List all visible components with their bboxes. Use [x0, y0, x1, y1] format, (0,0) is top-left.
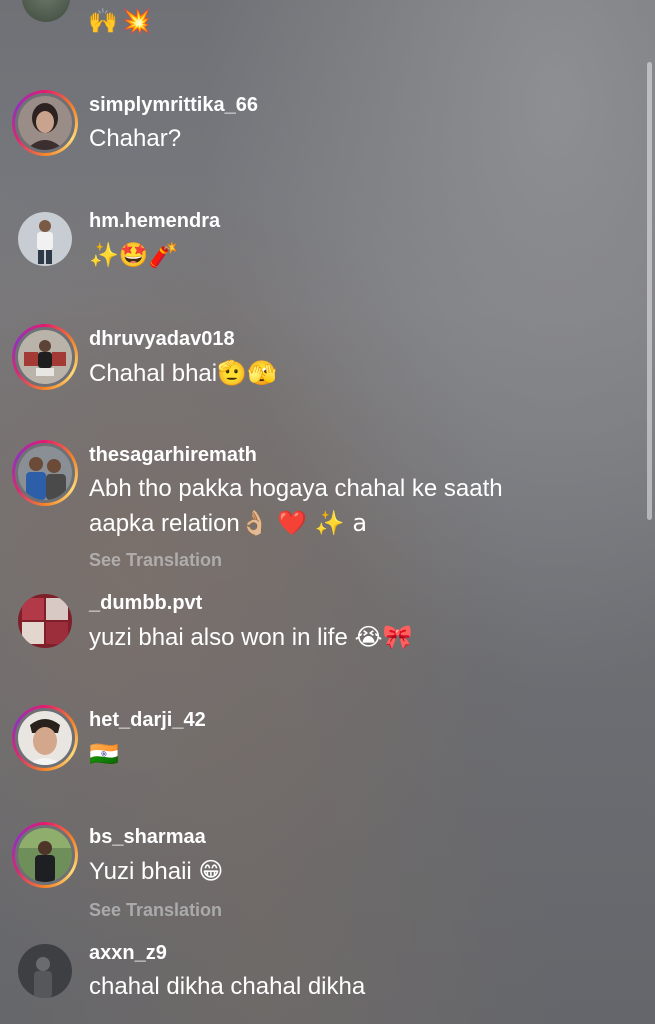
comment-text: yuzi bhai also won in life	[89, 624, 348, 651]
user-photo-icon	[18, 828, 72, 882]
comment-username[interactable]: axxn_z9	[89, 940, 167, 966]
avatar[interactable]	[12, 705, 78, 771]
comment-emoji: 😁	[198, 857, 224, 885]
comment-body: Chahal bhai🫡🫣	[89, 356, 569, 391]
comment-username[interactable]: thesagarhiremath	[89, 442, 257, 468]
comment-username[interactable]: bs_sharmaa	[89, 824, 206, 850]
comment-emoji: 🇮🇳	[89, 740, 119, 768]
comment-emoji: 🫡🫣	[217, 359, 277, 387]
user-photo-icon	[18, 212, 72, 266]
user-photo-icon	[18, 711, 72, 765]
avatar[interactable]	[12, 324, 78, 390]
comment-text: Yuzi bhaii	[89, 858, 192, 885]
user-photo-icon	[18, 96, 72, 150]
comment-emoji: ✨🤩🧨	[89, 241, 179, 269]
comment-username[interactable]: simplymrittika_66	[89, 92, 258, 118]
comment-username[interactable]: het_darji_42	[89, 707, 206, 733]
comment-username[interactable]: _dumbb.pvt	[89, 590, 202, 616]
avatar[interactable]	[12, 938, 78, 1004]
user-photo-icon	[18, 944, 72, 998]
avatar[interactable]	[12, 822, 78, 888]
comment-username[interactable]: dhruvyadav018	[89, 326, 235, 352]
comment-body: Abh tho pakka hogaya chahal ke saath aap…	[89, 472, 569, 541]
avatar[interactable]	[12, 588, 78, 654]
avatar[interactable]	[12, 206, 78, 272]
see-translation-link[interactable]: See Translation	[89, 898, 222, 922]
user-photo-icon	[18, 594, 72, 648]
live-comments-list[interactable]: simplymrittika_66 Chahar? hm.hemendra ✨🤩…	[0, 0, 655, 1024]
comment-username[interactable]: hm.hemendra	[89, 208, 220, 234]
see-translation-link[interactable]: See Translation	[89, 548, 222, 572]
comment-emoji: 👌🏼 ❤️ ✨ a	[239, 509, 368, 537]
scrollbar[interactable]	[647, 62, 652, 520]
comment-body: yuzi bhai also won in life 😭🎀	[89, 620, 569, 655]
comment-text: chahal dikha chahal dikha	[89, 973, 366, 1000]
user-photo-icon	[18, 330, 72, 384]
comment-emoji: 😭🎀	[354, 623, 413, 651]
avatar[interactable]	[12, 440, 78, 506]
avatar[interactable]	[12, 90, 78, 156]
comment-text: Chahal bhai	[89, 360, 218, 387]
user-photo-icon	[18, 446, 72, 500]
comment-body: Yuzi bhaii 😁	[89, 854, 569, 889]
comment-text: Chahar?	[89, 125, 182, 152]
